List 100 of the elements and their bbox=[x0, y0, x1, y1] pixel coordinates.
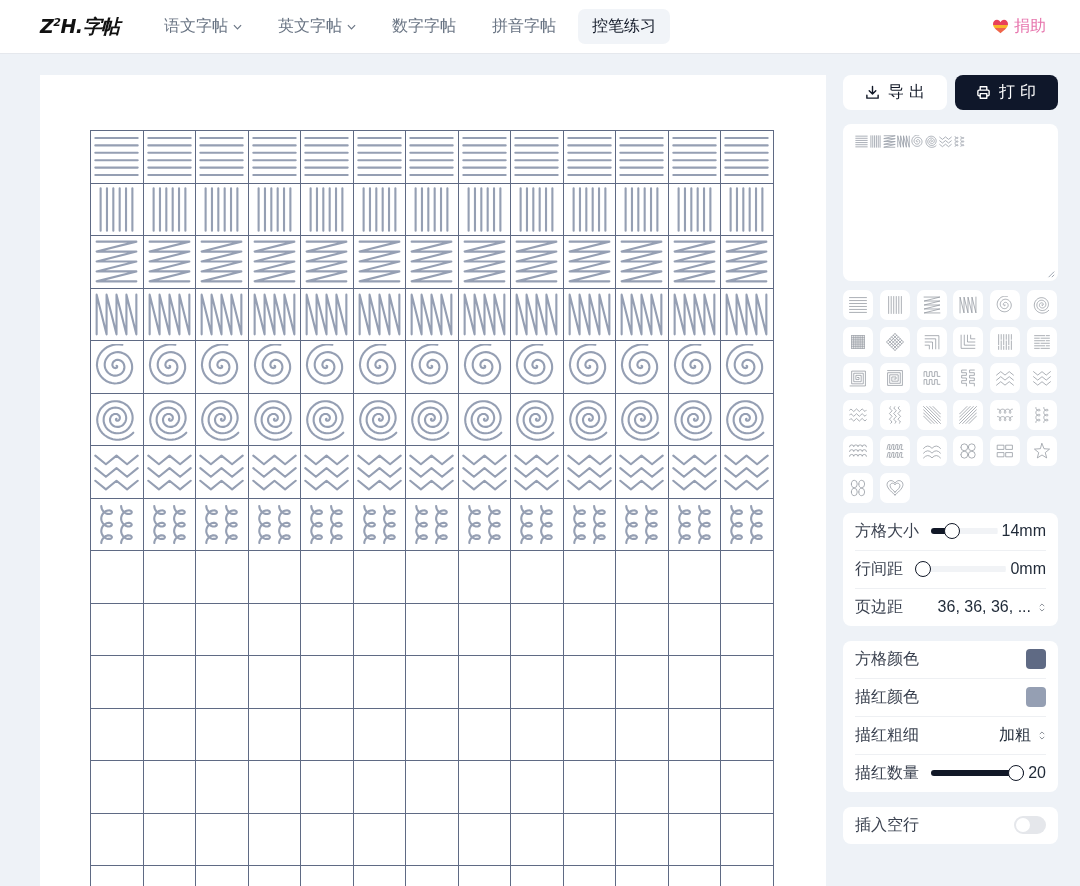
nav-tab[interactable]: 控笔练习 bbox=[577, 9, 670, 44]
setting-value: 0mm bbox=[1010, 560, 1046, 578]
vertical-loops-icon bbox=[953, 135, 966, 148]
pattern-button[interactable] bbox=[1027, 326, 1057, 357]
pattern-button[interactable] bbox=[1027, 436, 1057, 466]
pattern-button[interactable] bbox=[879, 472, 910, 503]
pattern-input-field[interactable] bbox=[843, 124, 1058, 281]
practice-cell bbox=[616, 656, 669, 709]
practice-cell bbox=[301, 603, 354, 656]
pattern-button[interactable] bbox=[990, 363, 1021, 393]
select-field[interactable]: 36, 36, 36, ... bbox=[933, 598, 1046, 616]
practice-cell bbox=[668, 708, 721, 761]
pattern-button[interactable] bbox=[953, 326, 984, 357]
nav-tab[interactable]: 英文字帖 bbox=[263, 9, 370, 44]
practice-cell bbox=[406, 656, 459, 709]
pattern-button[interactable] bbox=[1027, 399, 1057, 430]
updown-chevron-icon bbox=[1038, 729, 1046, 741]
nested-heart-icon bbox=[885, 478, 904, 497]
select-field[interactable]: 加粗 bbox=[995, 724, 1046, 746]
updown-chevron-icon bbox=[1038, 601, 1046, 613]
print-button[interactable]: 打印 bbox=[954, 75, 1058, 110]
diamond-grid-icon bbox=[885, 332, 904, 351]
valley-zigzag-icon bbox=[939, 135, 952, 148]
four-circles-icon bbox=[959, 442, 978, 460]
slash-lines-icon bbox=[959, 405, 978, 424]
pattern-button[interactable] bbox=[1027, 290, 1057, 320]
setting-value: 14mm bbox=[1001, 522, 1046, 540]
pattern-button[interactable] bbox=[953, 290, 984, 320]
practice-cell bbox=[458, 708, 511, 761]
practice-cell bbox=[511, 708, 564, 761]
pattern-button[interactable] bbox=[879, 290, 910, 320]
practice-cell bbox=[406, 603, 459, 656]
heart-icon bbox=[992, 19, 1009, 34]
practice-cell bbox=[668, 603, 721, 656]
pattern-button[interactable] bbox=[990, 326, 1021, 357]
setting-label: 插入空行 bbox=[855, 814, 919, 835]
pattern-button[interactable] bbox=[843, 472, 873, 503]
export-button[interactable]: 导出 bbox=[843, 75, 947, 110]
practice-cell bbox=[301, 708, 354, 761]
pattern-button[interactable] bbox=[879, 326, 910, 357]
pattern-button[interactable] bbox=[843, 363, 873, 393]
practice-cell bbox=[248, 813, 301, 866]
pattern-button[interactable] bbox=[843, 436, 873, 466]
pattern-button[interactable] bbox=[916, 326, 947, 357]
color-swatch[interactable] bbox=[1026, 687, 1046, 707]
practice-cell bbox=[196, 656, 249, 709]
slider-thumb[interactable] bbox=[915, 561, 931, 577]
slider-thumb[interactable] bbox=[943, 523, 960, 539]
scallops-icon bbox=[922, 442, 941, 460]
slider-thumb[interactable] bbox=[1008, 765, 1025, 781]
pattern-button[interactable] bbox=[990, 290, 1021, 320]
practice-cell bbox=[721, 708, 774, 761]
pattern-button[interactable] bbox=[916, 399, 947, 430]
practice-cell bbox=[196, 813, 249, 866]
color-swatch[interactable] bbox=[1026, 649, 1046, 669]
practice-cell bbox=[301, 761, 354, 814]
vertical-dashes-icon bbox=[996, 332, 1015, 351]
pattern-button[interactable] bbox=[953, 436, 984, 466]
pattern-button[interactable] bbox=[843, 399, 873, 430]
setting-label: 描红数量 bbox=[855, 762, 919, 783]
practice-cell bbox=[563, 813, 616, 866]
pattern-button[interactable] bbox=[1027, 363, 1057, 393]
spiral-tight-icon bbox=[1033, 296, 1051, 314]
pattern-button[interactable] bbox=[843, 326, 873, 357]
nav-tab[interactable]: 语文字帖 bbox=[149, 9, 256, 44]
setting-label: 描红粗细 bbox=[855, 724, 919, 745]
pattern-button[interactable] bbox=[953, 363, 984, 393]
horizontal-dashes-icon bbox=[1033, 332, 1051, 351]
practice-cell bbox=[353, 813, 406, 866]
practice-cell bbox=[563, 761, 616, 814]
practice-cell bbox=[511, 656, 564, 709]
practice-cell bbox=[668, 656, 721, 709]
practice-cell bbox=[616, 813, 669, 866]
pattern-button[interactable] bbox=[916, 436, 947, 466]
pattern-button[interactable] bbox=[879, 399, 910, 430]
pattern-button[interactable] bbox=[953, 399, 984, 430]
practice-cell bbox=[563, 708, 616, 761]
practice-cell bbox=[353, 656, 406, 709]
pattern-button[interactable] bbox=[879, 363, 910, 393]
four-rectangles-icon bbox=[996, 442, 1015, 460]
horizontal-zigzag-icon bbox=[922, 296, 941, 314]
practice-cell bbox=[563, 656, 616, 709]
practice-cell bbox=[511, 603, 564, 656]
pattern-button[interactable] bbox=[843, 290, 873, 320]
nav-tab[interactable]: 拼音字帖 bbox=[477, 9, 570, 44]
pattern-button[interactable] bbox=[990, 436, 1021, 466]
valley-zigzag-icon bbox=[1033, 369, 1051, 387]
practice-cell bbox=[616, 708, 669, 761]
practice-cell bbox=[143, 813, 196, 866]
printer-icon bbox=[976, 85, 992, 100]
square-spiral-icon bbox=[849, 369, 867, 387]
practice-cell bbox=[143, 761, 196, 814]
pattern-button[interactable] bbox=[879, 436, 910, 466]
nav-tab[interactable]: 数字字帖 bbox=[377, 9, 470, 44]
practice-cell bbox=[668, 813, 721, 866]
toggle-switch[interactable] bbox=[1014, 816, 1046, 834]
pattern-button[interactable] bbox=[990, 399, 1021, 430]
practice-cell bbox=[458, 813, 511, 866]
pattern-button[interactable] bbox=[916, 363, 947, 393]
pattern-button[interactable] bbox=[916, 290, 947, 320]
